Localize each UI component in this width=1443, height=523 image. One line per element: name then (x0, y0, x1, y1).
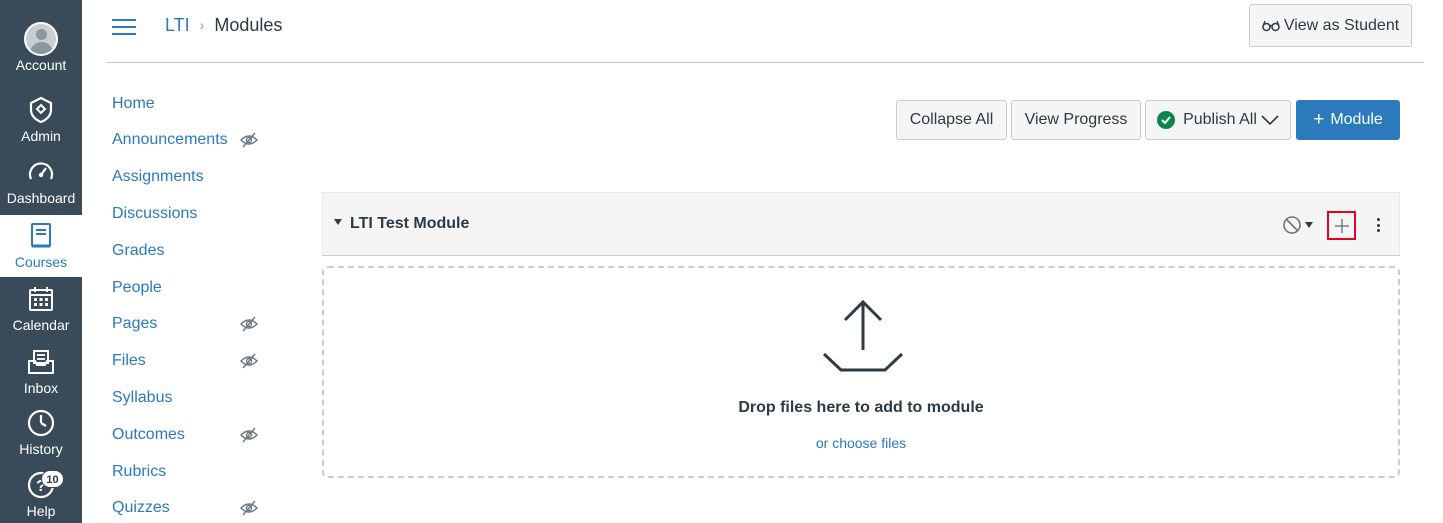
course-nav-outcomes[interactable]: Outcomes (112, 423, 262, 447)
module-title: LTI Test Module (350, 215, 470, 232)
publish-all-label: Publish All (1183, 111, 1257, 128)
course-nav-label: People (112, 279, 162, 296)
book-icon (24, 219, 58, 253)
course-nav-people[interactable]: People (112, 276, 262, 300)
course-nav-label: Files (112, 352, 146, 369)
view-as-student-label: View as Student (1283, 16, 1400, 34)
chevron-down-icon (1261, 115, 1279, 125)
choose-files-link[interactable]: or choose files (324, 435, 1398, 451)
course-nav-syllabus[interactable]: Syllabus (112, 386, 262, 410)
course-nav-label: Home (112, 95, 155, 112)
view-progress-button[interactable]: View Progress (1011, 100, 1141, 140)
shield-icon (24, 93, 58, 127)
chevron-right-icon: › (199, 17, 205, 33)
eye-hidden-icon (240, 427, 258, 443)
course-nav-rubrics[interactable]: Rubrics (112, 460, 262, 484)
course-nav-announcements[interactable]: Announcements (112, 128, 262, 152)
file-drop-zone[interactable]: Drop files here to add to module or choo… (322, 266, 1400, 478)
course-nav-label: Assignments (112, 168, 204, 185)
global-nav-label: Dashboard (6, 190, 76, 206)
breadcrumb-course-link[interactable]: LTI (165, 15, 190, 35)
course-nav-label: Pages (112, 315, 158, 332)
eye-hidden-icon (240, 353, 258, 369)
add-module-label: Module (1330, 111, 1383, 128)
unpublished-icon (1283, 216, 1301, 234)
inbox-icon (24, 345, 58, 379)
course-nav-label: Syllabus (112, 389, 173, 406)
global-nav-calendar[interactable]: Calendar (0, 280, 82, 342)
drop-files-text: Drop files here to add to module (738, 399, 984, 416)
course-nav-files[interactable]: Files (112, 349, 262, 373)
module-header: LTI Test Module (322, 192, 1400, 256)
header-divider (106, 62, 1424, 63)
course-nav-assignments[interactable]: Assignments (112, 165, 262, 189)
eye-hidden-icon (240, 316, 258, 332)
global-nav-inbox[interactable]: Inbox (0, 343, 82, 405)
global-nav-history[interactable]: History (0, 404, 82, 466)
global-nav-dashboard[interactable]: Dashboard (0, 153, 82, 215)
course-nav-label: Quizzes (112, 499, 170, 516)
course-nav-pages[interactable]: Pages (112, 312, 262, 336)
breadcrumb: LTI › Modules (165, 15, 282, 35)
global-nav: Account Admin Dashboard Courses Calendar… (0, 0, 82, 523)
course-nav-home[interactable]: Home (112, 92, 262, 116)
eye-hidden-icon (240, 500, 258, 516)
global-nav-label: Courses (14, 254, 68, 270)
check-circle-icon (1157, 111, 1176, 129)
course-nav-label: Rubrics (112, 463, 167, 480)
module-publish-button[interactable] (1282, 215, 1316, 235)
course-nav-label: Discussions (112, 205, 198, 222)
course-nav-quizzes[interactable]: Quizzes (112, 496, 262, 520)
course-nav-label: Outcomes (112, 426, 185, 443)
global-nav-label: History (19, 441, 63, 457)
collapse-all-button[interactable]: Collapse All (896, 100, 1007, 140)
glasses-icon (1262, 20, 1280, 31)
view-progress-label: View Progress (1024, 111, 1128, 128)
clock-icon (24, 406, 58, 440)
course-nav-discussions[interactable]: Discussions (112, 202, 262, 226)
eye-hidden-icon (240, 132, 258, 148)
breadcrumb-current: Modules (214, 15, 283, 35)
plus-icon: + (1313, 109, 1325, 130)
calendar-icon (24, 282, 58, 316)
course-nav-grades[interactable]: Grades (112, 239, 262, 263)
course-nav-label: Grades (112, 242, 165, 259)
speedometer-icon (24, 155, 58, 189)
global-nav-label: Inbox (23, 380, 59, 396)
course-nav-label: Announcements (112, 131, 228, 148)
add-module-button[interactable]: + Module (1296, 100, 1400, 140)
upload-icon (822, 299, 904, 372)
global-nav-admin[interactable]: Admin (0, 91, 82, 153)
module-options-kebab-icon[interactable] (1371, 215, 1385, 235)
collapse-all-label: Collapse All (909, 111, 994, 128)
publish-all-button[interactable]: Publish All (1145, 100, 1291, 140)
global-nav-label: Calendar (12, 317, 70, 333)
caret-down-icon[interactable] (334, 219, 342, 225)
global-nav-label: Account (15, 57, 67, 73)
add-module-item-button[interactable] (1327, 211, 1356, 240)
global-nav-account[interactable]: Account (0, 22, 82, 84)
course-menu-toggle-button[interactable] (112, 17, 136, 37)
help-notification-badge: 10 (41, 470, 64, 488)
global-nav-label: Admin (21, 128, 61, 144)
caret-down-icon (1305, 222, 1313, 228)
plus-icon (1334, 218, 1349, 233)
view-as-student-button[interactable]: View as Student (1249, 4, 1412, 47)
global-nav-courses[interactable]: Courses (0, 215, 82, 277)
account-avatar-icon (24, 22, 58, 56)
global-nav-label: Help (26, 503, 56, 519)
